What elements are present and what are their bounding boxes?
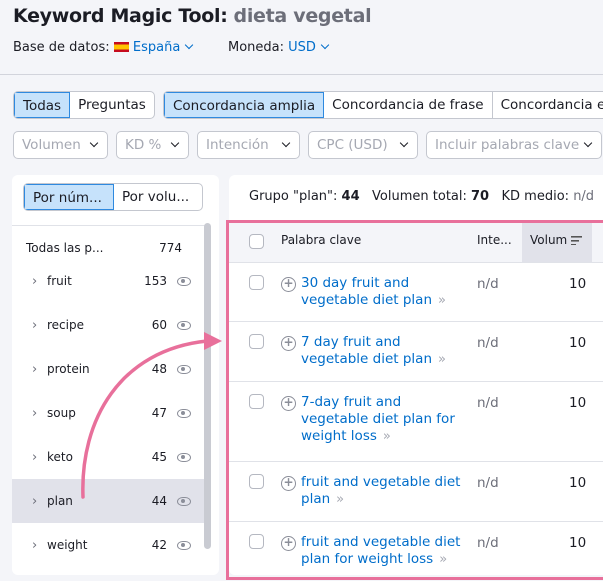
annotation-arrow [81,332,222,499]
